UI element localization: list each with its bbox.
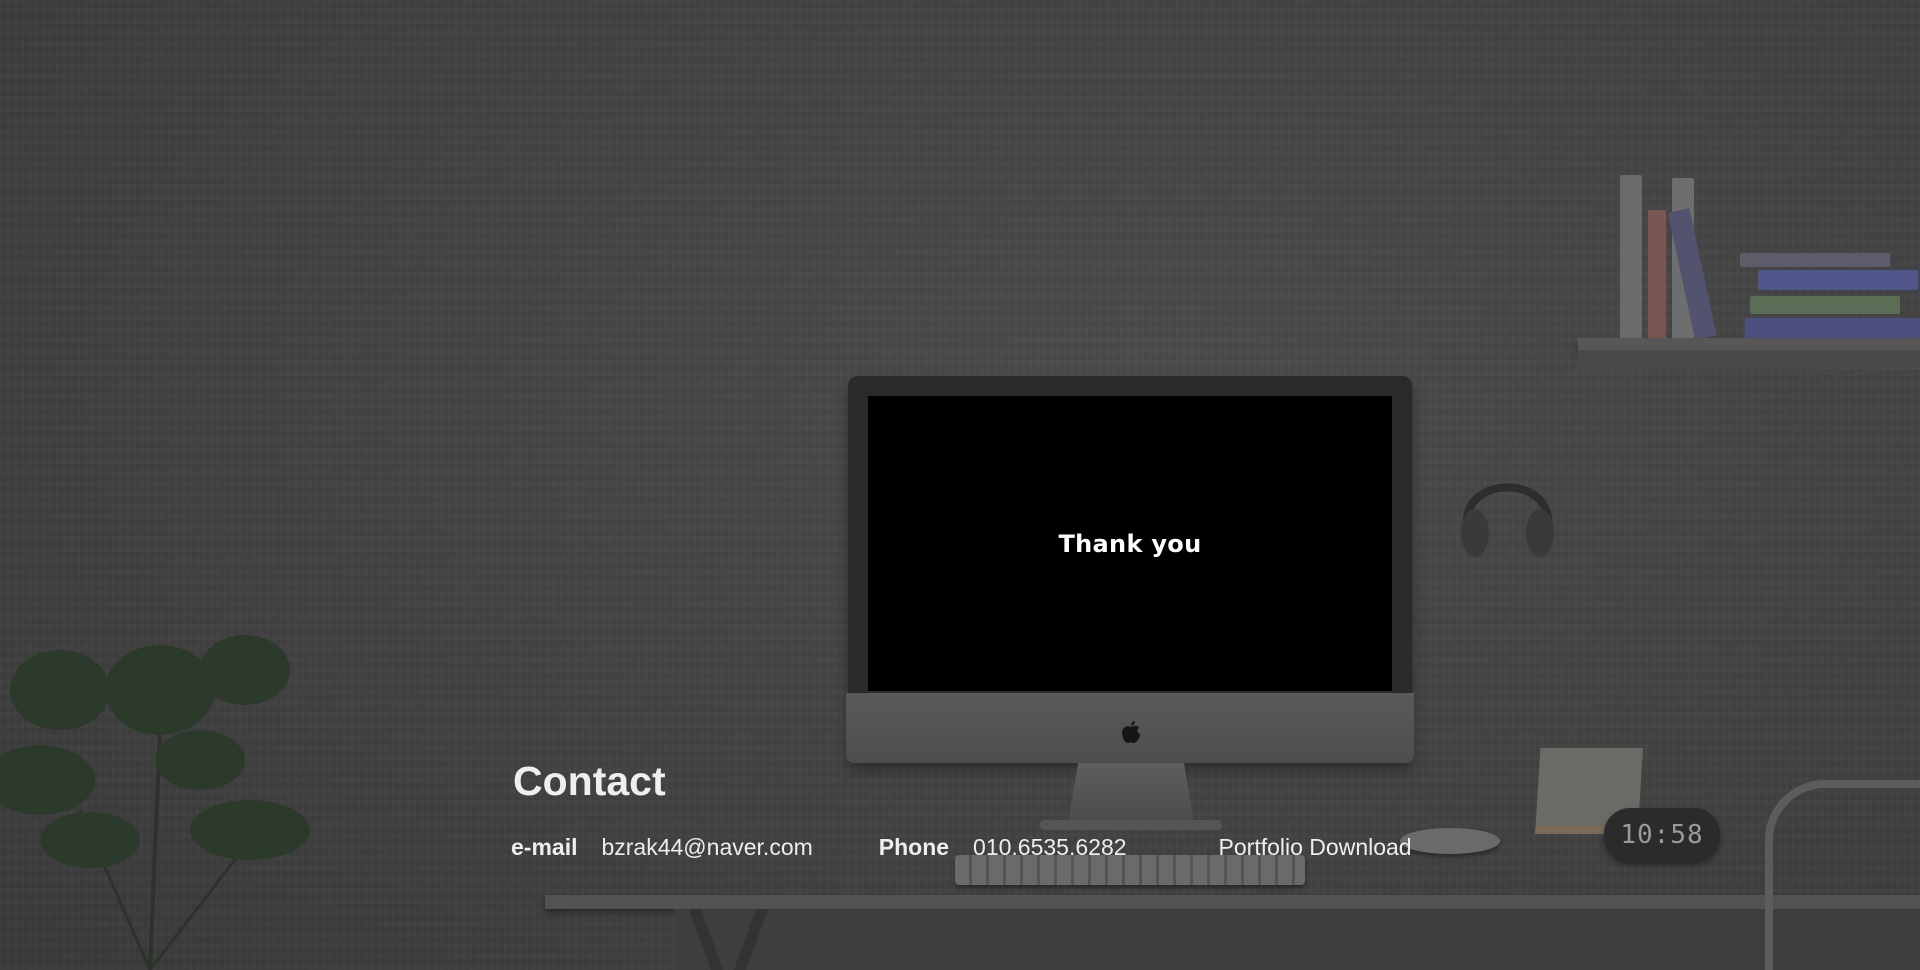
- desk-clock: 10:58: [1604, 808, 1720, 862]
- desk-top: [545, 895, 1920, 909]
- mouse: [1400, 828, 1500, 854]
- monitor-stand-foot: [1040, 820, 1222, 830]
- clock-time: 10:58: [1620, 820, 1704, 850]
- chair: [1765, 780, 1920, 970]
- phone-value: 010.6535.6282: [973, 834, 1127, 860]
- phone-label: Phone: [878, 834, 950, 860]
- monitor-screen: Thank you: [868, 396, 1392, 691]
- headphones-icon: [1461, 483, 1554, 557]
- desk-body: [675, 909, 1920, 970]
- contact-title: Contact: [513, 758, 666, 804]
- contact-info: e-mail bzrak44@naver.com Phone 010.6535.…: [511, 834, 1412, 861]
- book: [1758, 270, 1918, 290]
- book: [1648, 210, 1666, 340]
- monitor-stand: [1068, 763, 1194, 823]
- email-value[interactable]: bzrak44@naver.com: [601, 834, 812, 861]
- plant-icon: [0, 635, 310, 970]
- email-label: e-mail: [511, 834, 578, 860]
- wall-shelf: [1578, 338, 1920, 350]
- book: [1745, 318, 1920, 340]
- wall-shelf-front: [1578, 350, 1920, 370]
- book: [1740, 253, 1890, 267]
- book: [1620, 175, 1642, 340]
- hero-scene: Thank you 10:58 Contact e-mail bzrak44@n…: [0, 0, 1920, 970]
- screen-message: Thank you: [1058, 529, 1202, 558]
- apple-icon: [1122, 721, 1140, 743]
- portfolio-download-link[interactable]: Portfolio Download: [1219, 834, 1412, 861]
- book: [1750, 296, 1900, 314]
